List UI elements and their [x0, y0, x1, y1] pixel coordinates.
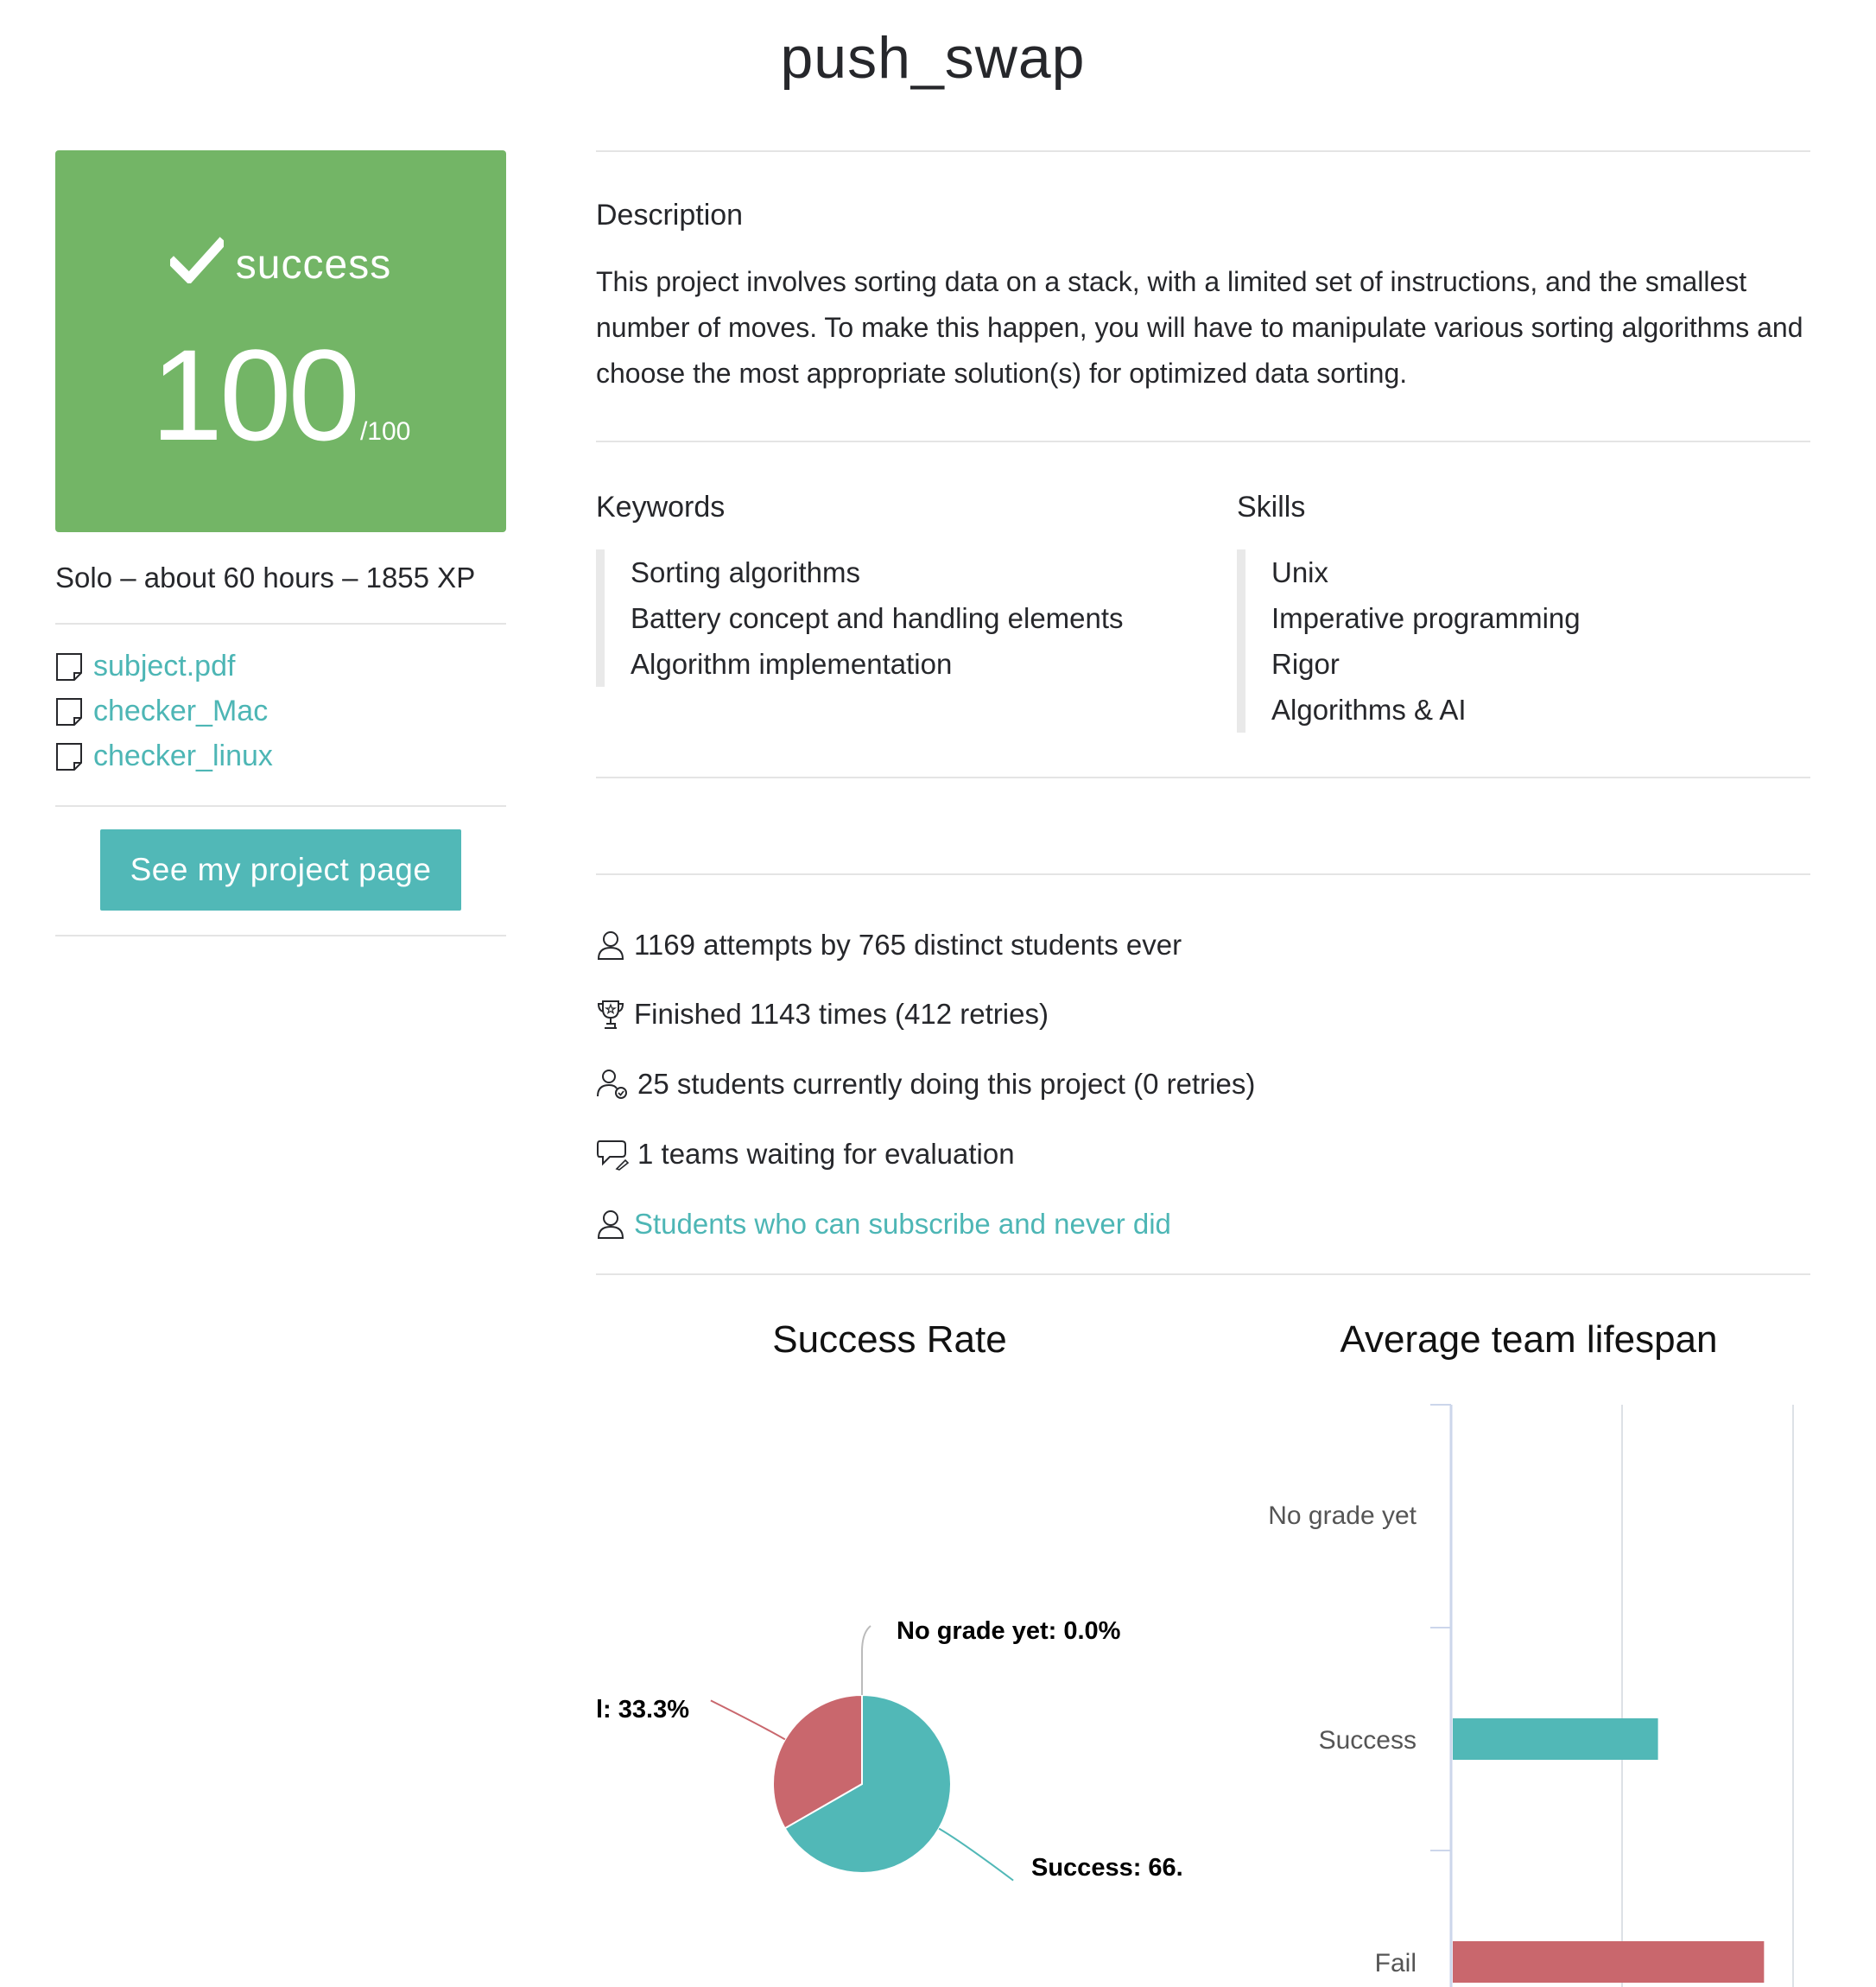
grade-row: 100/100 [55, 330, 506, 460]
speech-bubble-icon [597, 1140, 629, 1171]
keyword-item: Battery concept and handling elements [631, 602, 1124, 634]
chart-title-team-lifespan: Average team lifespan [1340, 1318, 1718, 1361]
stat-finished: Finished 1143 times (412 retries) [596, 998, 1049, 1031]
stat-text: 1 teams waiting for evaluation [637, 1138, 1015, 1170]
bar-success [1453, 1718, 1658, 1760]
pie-label-success: Success: 66. [1031, 1854, 1183, 1882]
divider [55, 935, 506, 936]
bar-fail [1453, 1941, 1765, 1983]
file-name: checker_Mac [93, 695, 269, 727]
keywords-heading: Keywords [596, 491, 726, 524]
stat-text: 25 students currently doing this project… [637, 1068, 1256, 1100]
project-meta: Solo – about 60 hours – 1855 XP [55, 562, 476, 594]
bar-category-label: Success [1318, 1726, 1417, 1755]
keyword-item: Sorting algorithms [631, 556, 860, 588]
trophy-icon [597, 1000, 624, 1029]
pie-connector [861, 1625, 871, 1695]
keyword-item: Algorithm implementation [631, 648, 953, 680]
grade-max: /100 [359, 417, 411, 446]
pie-connector [938, 1827, 1014, 1882]
status-row: success [55, 237, 506, 289]
see-project-page-button[interactable]: See my project page [100, 829, 461, 911]
skill-item: Unix [1271, 556, 1329, 588]
chart-title-success-rate: Success Rate [772, 1318, 1007, 1361]
document-icon [56, 652, 82, 681]
skills-list: Unix Imperative programming Rigor Algori… [1237, 549, 1581, 733]
divider [596, 777, 1810, 778]
user-icon [597, 1210, 624, 1239]
divider [596, 441, 1810, 442]
stat-current: 25 students currently doing this project… [596, 1068, 1255, 1101]
pie-connector [710, 1699, 786, 1741]
success-rate-pie-chart [710, 1625, 1014, 1882]
team-lifespan-bar-chart [1430, 1404, 1794, 1987]
final-grade: 100 [150, 322, 360, 467]
stat-text: 1169 attempts by 765 distinct students e… [634, 929, 1182, 961]
divider [55, 623, 506, 625]
file-name: checker_linux [93, 740, 273, 772]
grade-box: success 100/100 [55, 150, 506, 532]
status-label: success [235, 242, 392, 288]
user-icon [597, 931, 624, 960]
skill-item: Algorithms & AI [1271, 694, 1467, 726]
description-heading: Description [596, 199, 744, 232]
file-link-checker-mac[interactable]: checker_Mac [55, 695, 268, 728]
divider [596, 873, 1810, 875]
divider [596, 1273, 1810, 1275]
stat-attempts: 1169 attempts by 765 distinct students e… [596, 929, 1182, 962]
document-icon [56, 697, 82, 726]
stat-waiting: 1 teams waiting for evaluation [596, 1138, 1015, 1171]
bar-category-label: Fail [1374, 1949, 1417, 1977]
description-text: This project involves sorting data on a … [596, 266, 1803, 389]
file-name: subject.pdf [93, 650, 236, 682]
file-link-checker-linux[interactable]: checker_linux [55, 740, 273, 773]
user-check-icon [597, 1070, 627, 1099]
stat-link-text: Students who can subscribe and never did [634, 1208, 1171, 1240]
page-title: push_swap [780, 25, 1086, 91]
keywords-list: Sorting algorithms Battery concept and h… [596, 549, 1124, 687]
stat-subscribe-link[interactable]: Students who can subscribe and never did [596, 1208, 1171, 1241]
divider [596, 150, 1810, 152]
file-link-subject[interactable]: subject.pdf [55, 650, 235, 683]
document-icon [56, 742, 82, 771]
divider [55, 805, 506, 807]
skills-heading: Skills [1237, 491, 1306, 524]
skill-item: Imperative programming [1271, 602, 1581, 634]
pie-label-no-grade: No grade yet: 0.0% [897, 1617, 1121, 1645]
bar-category-label: No grade yet [1268, 1501, 1417, 1530]
checkmark-icon [167, 237, 227, 285]
stat-text: Finished 1143 times (412 retries) [634, 998, 1049, 1030]
skill-item: Rigor [1271, 648, 1340, 680]
pie-label-fail: l: 33.3% [596, 1696, 689, 1724]
